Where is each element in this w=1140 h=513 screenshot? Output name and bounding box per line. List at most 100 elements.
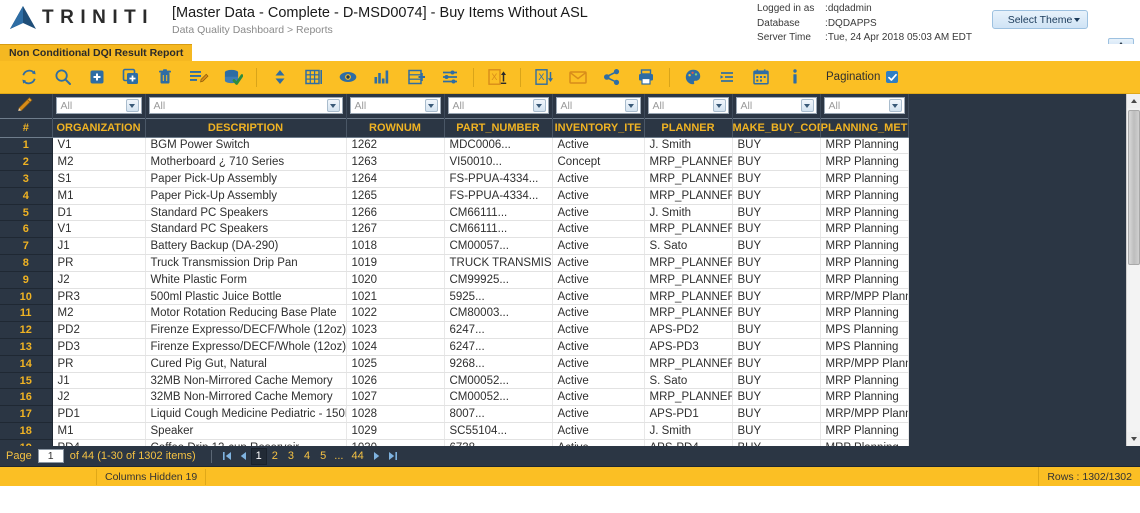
cell-pm[interactable]: MRP Planning	[820, 204, 909, 222]
cell-inv[interactable]: Active	[552, 288, 645, 306]
cell-idx[interactable]: 14	[0, 355, 53, 373]
table-row[interactable]: 16 J2 32MB Non-Mirrored Cache Memory 1027 CM…	[0, 388, 909, 407]
cell-pm[interactable]: MRP Planning	[820, 388, 909, 407]
cell-desc[interactable]: Liquid Cough Medicine Pediatric - 150ML	[145, 405, 347, 424]
cell-pm[interactable]: MPS Planning	[820, 321, 909, 340]
filter-select-rownum[interactable]: All	[349, 97, 441, 115]
cell-desc[interactable]: BGM Power Switch	[145, 137, 347, 155]
database-validate-button[interactable]	[216, 63, 250, 91]
cell-pm[interactable]: MRP/MPP Plannin	[820, 288, 909, 306]
filter-select-inv[interactable]: All	[555, 97, 641, 115]
cell-plan[interactable]: APS-PD2	[644, 321, 733, 340]
last-page-button[interactable]	[384, 451, 401, 461]
scrollbar-thumb[interactable]	[1128, 110, 1140, 265]
cell-desc[interactable]: Coffee Drip 12-cup Reservoir	[145, 439, 347, 446]
filter-select-pm[interactable]: All	[823, 97, 905, 115]
cell-part[interactable]: VI50010...	[444, 153, 553, 172]
table-row[interactable]: 13 PD3 Firenze Expresso/DECF/Whole (12oz) 1…	[0, 338, 909, 356]
page-button-2[interactable]: 2	[267, 449, 283, 464]
cell-inv[interactable]: Active	[552, 220, 645, 239]
cell-part[interactable]: CM66111...	[444, 220, 553, 239]
column-header-org[interactable]: ORGANIZATION	[52, 117, 146, 138]
table-row[interactable]: 11 M2 Motor Rotation Reducing Base Plate 10…	[0, 304, 909, 323]
column-filter-desc[interactable]: All	[145, 94, 347, 118]
filter-select-part[interactable]: All	[447, 97, 549, 115]
cell-pm[interactable]: MRP Planning	[820, 254, 909, 272]
page-number-input[interactable]: 1	[37, 449, 64, 463]
chevron-down-icon[interactable]	[888, 99, 902, 113]
calendar-button[interactable]	[744, 63, 778, 91]
cell-rownum[interactable]: 1266	[346, 204, 445, 222]
select-theme-dropdown[interactable]: Select Theme	[992, 10, 1088, 29]
column-header-inv[interactable]: INVENTORY_ITE	[552, 117, 645, 138]
cell-org[interactable]: PD4	[52, 439, 146, 446]
cell-desc[interactable]: 32MB Non-Mirrored Cache Memory	[145, 388, 347, 407]
cell-org[interactable]: J2	[52, 271, 146, 289]
cell-inv[interactable]: Active	[552, 388, 645, 407]
column-header-part[interactable]: PART_NUMBER	[444, 117, 553, 138]
page-button-3[interactable]: 3	[283, 449, 299, 464]
cell-idx[interactable]: 4	[0, 187, 53, 205]
sort-button[interactable]	[263, 63, 297, 91]
cell-desc[interactable]: Motherboard ¿ 710 Series	[145, 153, 347, 172]
cell-mb[interactable]: BUY	[732, 422, 821, 440]
cell-org[interactable]: PD3	[52, 338, 146, 356]
cell-part[interactable]: 6247...	[444, 321, 553, 340]
column-header-pm[interactable]: PLANNING_MET	[820, 117, 909, 138]
cell-part[interactable]: 9268...	[444, 355, 553, 373]
edit-list-button[interactable]	[182, 63, 216, 91]
cell-part[interactable]: FS-PPUA-4334...	[444, 170, 553, 188]
cell-idx[interactable]: 1	[0, 137, 53, 155]
cell-inv[interactable]: Active	[552, 355, 645, 373]
cell-org[interactable]: M1	[52, 422, 146, 440]
cell-org[interactable]: D1	[52, 204, 146, 222]
cell-idx[interactable]: 15	[0, 372, 53, 390]
cell-org[interactable]: M2	[52, 304, 146, 323]
palette-button[interactable]	[676, 63, 710, 91]
cell-inv[interactable]: Active	[552, 405, 645, 424]
column-filter-pm[interactable]: All	[820, 94, 909, 118]
cell-plan[interactable]: MRP_PLANNER	[644, 271, 733, 289]
cell-inv[interactable]: Active	[552, 372, 645, 390]
column-header-mb[interactable]: MAKE_BUY_COD	[732, 117, 821, 138]
filter-row-edit-cell[interactable]	[0, 94, 53, 118]
chevron-down-icon[interactable]	[125, 99, 139, 113]
cell-part[interactable]: CM00057...	[444, 237, 553, 256]
cell-pm[interactable]: MRP Planning	[820, 439, 909, 446]
cell-org[interactable]: J1	[52, 237, 146, 256]
cell-pm[interactable]: MPS Planning	[820, 338, 909, 356]
cell-idx[interactable]: 19	[0, 439, 53, 446]
cell-mb[interactable]: BUY	[732, 372, 821, 390]
cell-mb[interactable]: BUY	[732, 170, 821, 188]
cell-mb[interactable]: BUY	[732, 388, 821, 407]
first-page-button[interactable]	[219, 451, 236, 461]
cell-part[interactable]: 6247...	[444, 338, 553, 356]
cell-inv[interactable]: Active	[552, 204, 645, 222]
chevron-down-icon[interactable]	[712, 99, 726, 113]
cell-rownum[interactable]: 1023	[346, 321, 445, 340]
column-header-idx[interactable]: #	[0, 117, 53, 138]
cell-org[interactable]: M1	[52, 187, 146, 205]
cell-plan[interactable]: MRP_PLANNER	[644, 388, 733, 407]
cell-org[interactable]: V1	[52, 137, 146, 155]
cell-rownum[interactable]: 1030	[346, 439, 445, 446]
cell-plan[interactable]: MRP_PLANNER	[644, 304, 733, 323]
cell-idx[interactable]: 6	[0, 220, 53, 239]
column-header-desc[interactable]: DESCRIPTION	[145, 117, 347, 138]
indent-button[interactable]	[710, 63, 744, 91]
cell-part[interactable]: CM00052...	[444, 388, 553, 407]
cell-rownum[interactable]: 1265	[346, 187, 445, 205]
cell-desc[interactable]: Firenze Expresso/DECF/Whole (12oz)	[145, 338, 347, 356]
cell-pm[interactable]: MRP Planning	[820, 271, 909, 289]
cell-plan[interactable]: APS-PD4	[644, 439, 733, 446]
column-filter-inv[interactable]: All	[552, 94, 645, 118]
cell-org[interactable]: M2	[52, 153, 146, 172]
cell-plan[interactable]: MRP_PLANNER	[644, 355, 733, 373]
cell-pm[interactable]: MRP Planning	[820, 137, 909, 155]
cell-inv[interactable]: Active	[552, 422, 645, 440]
cell-plan[interactable]: MRP_PLANNER	[644, 153, 733, 172]
column-filter-part[interactable]: All	[444, 94, 553, 118]
cell-plan[interactable]: MRP_PLANNER	[644, 187, 733, 205]
chevron-down-icon[interactable]	[532, 99, 546, 113]
cell-part[interactable]: 5925...	[444, 288, 553, 306]
